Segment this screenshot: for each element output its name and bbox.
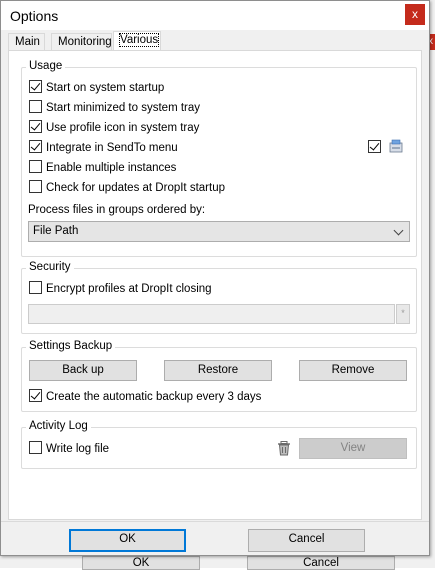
checkbox-box[interactable] <box>29 80 42 93</box>
footer-separator <box>1 521 429 522</box>
restore-button[interactable]: Restore <box>164 360 272 381</box>
checkbox-box[interactable] <box>29 120 42 133</box>
encrypt-profiles-checkbox[interactable]: Encrypt profiles at DropIt closing <box>29 281 212 297</box>
checkbox-box[interactable] <box>29 389 42 402</box>
checkbox-box[interactable] <box>29 441 42 454</box>
auto-backup-checkbox[interactable]: Create the automatic backup every 3 days <box>29 389 261 405</box>
checkbox-box[interactable] <box>29 140 42 153</box>
checkbox-box[interactable] <box>29 160 42 173</box>
sendto-menu-checkbox[interactable]: Integrate in SendTo menu <box>29 140 178 156</box>
window-title: Options <box>10 8 59 24</box>
usage-group-title: Usage <box>26 60 66 72</box>
profile-icon-checkbox[interactable]: Use profile icon in system tray <box>29 120 199 136</box>
view-log-button[interactable]: View <box>299 438 407 459</box>
chevron-down-icon <box>393 225 404 236</box>
drive-icon <box>388 138 404 157</box>
tab-main[interactable]: Main <box>8 33 45 51</box>
start-minimized-checkbox[interactable]: Start minimized to system tray <box>29 100 200 116</box>
group-order-select[interactable]: File Path <box>28 221 410 242</box>
title-bar: Options x <box>1 1 429 30</box>
security-group-title: Security <box>26 261 74 273</box>
check-updates-checkbox[interactable]: Check for updates at DropIt startup <box>29 180 225 196</box>
remove-button[interactable]: Remove <box>299 360 407 381</box>
security-group: Security Encrypt profiles at DropIt clos… <box>21 261 417 334</box>
close-button[interactable]: x <box>405 4 425 25</box>
write-log-checkbox[interactable]: Write log file <box>29 441 109 457</box>
settings-backup-group: Settings Backup Back up Restore Remove C… <box>21 340 417 412</box>
checkbox-box[interactable] <box>368 140 381 153</box>
start-on-startup-checkbox[interactable]: Start on system startup <box>29 80 164 96</box>
checkbox-box[interactable] <box>29 100 42 113</box>
various-tab-panel: Usage Start on system startup Start mini… <box>8 50 422 520</box>
password-field[interactable] <box>28 304 395 324</box>
ok-button[interactable]: OK <box>69 529 186 552</box>
usage-group: Usage Start on system startup Start mini… <box>21 60 417 257</box>
backup-button[interactable]: Back up <box>29 360 137 381</box>
activity-log-group: Activity Log Write log file View <box>21 420 417 469</box>
sendto-icon-checkbox[interactable] <box>368 140 385 156</box>
backup-group-title: Settings Backup <box>26 340 116 352</box>
trash-icon[interactable] <box>277 441 291 459</box>
tab-monitoring[interactable]: Monitoring <box>51 33 112 51</box>
log-group-title: Activity Log <box>26 420 91 432</box>
password-combo-button[interactable]: * <box>396 304 410 324</box>
group-order-label: Process files in groups ordered by: <box>28 204 206 216</box>
checkbox-box[interactable] <box>29 281 42 294</box>
tab-various[interactable]: Various <box>113 31 161 51</box>
options-dialog: Options x Main Monitoring Various Usage … <box>0 0 430 556</box>
checkbox-box[interactable] <box>29 180 42 193</box>
cancel-button[interactable]: Cancel <box>248 529 365 552</box>
multiple-instances-checkbox[interactable]: Enable multiple instances <box>29 160 176 176</box>
